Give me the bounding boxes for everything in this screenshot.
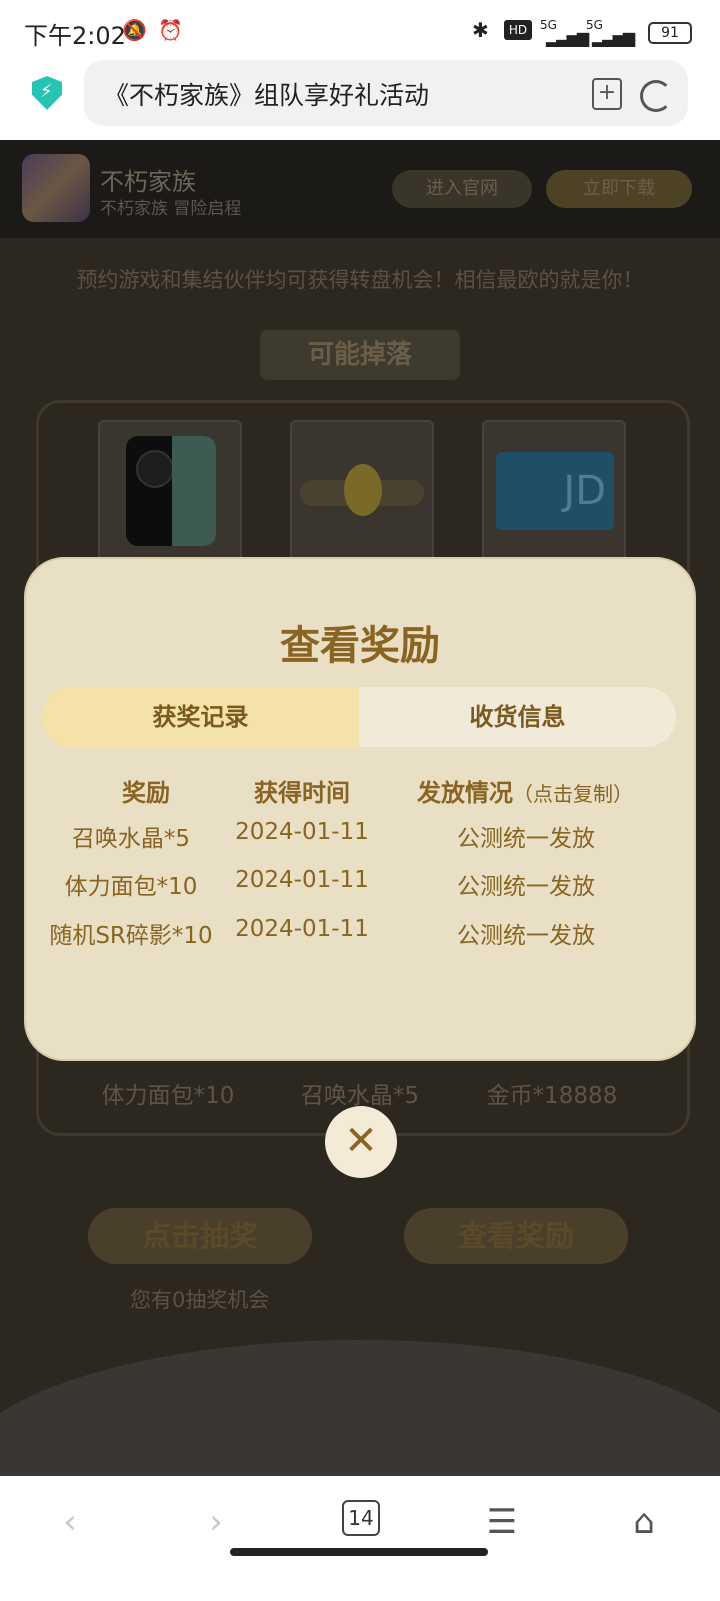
column-header-reward: 奖励	[122, 779, 170, 807]
promo-text: 预约游戏和集结伙伴均可获得转盘机会！相信最欧的就是你！	[76, 268, 644, 292]
tab-award-records[interactable]: 获奖记录	[42, 687, 359, 747]
app-name: 不朽家族	[100, 168, 196, 196]
background-decoration	[0, 1340, 720, 1476]
reward-cell: 体力面包*10	[64, 874, 198, 900]
jd-card-image: JD	[496, 452, 614, 530]
battery-icon: 91	[648, 22, 692, 44]
prize-card-jd: JD	[482, 420, 626, 564]
page-title[interactable]: 《不朽家族》组队享好礼活动	[104, 76, 429, 112]
reward-cell: 召唤水晶*5	[71, 826, 191, 852]
menu-icon[interactable]: ☰	[472, 1502, 532, 1542]
prize-label: 体力面包*10	[101, 1083, 235, 1109]
close-icon[interactable]: ✕	[325, 1106, 397, 1178]
reward-cell: 随机SR碎影*10	[49, 923, 213, 949]
prize-label: 召唤水晶*5	[300, 1083, 420, 1109]
draw-chances-text: 您有0抽奖机会	[130, 1288, 270, 1312]
download-button[interactable]: 立即下载	[546, 170, 692, 208]
status-header-label: 发放情况	[417, 779, 513, 807]
rewards-modal: 查看奖励 获奖记录 收货信息 奖励 获得时间 发放情况（点击复制） 召唤水晶*5…	[24, 557, 696, 1061]
back-icon[interactable]: ‹	[40, 1502, 100, 1542]
signal-icon-2: ▂▃▅▆	[592, 28, 635, 47]
status-cell[interactable]: 公测统一发放	[426, 819, 626, 853]
time-cell: 2024-01-11	[235, 916, 369, 942]
prize-label: 金币*18888	[486, 1083, 618, 1109]
hd-icon: HD	[504, 20, 532, 40]
browser-bottom-nav: ‹ › 14 ☰ ⌂	[0, 1476, 720, 1601]
time-cell: 2024-01-11	[235, 819, 369, 845]
status-cell[interactable]: 公测统一发放	[426, 867, 626, 901]
copy-hint: （点击复制）	[513, 782, 633, 806]
phone-image	[126, 436, 216, 546]
add-bookmark-icon[interactable]: +	[592, 78, 622, 110]
drops-banner: 可能掉落	[260, 330, 460, 380]
status-cell[interactable]: 公测统一发放	[426, 916, 626, 950]
app-subtitle: 不朽家族 冒险启程	[100, 199, 242, 219]
prize-card-bracelet	[290, 420, 434, 564]
home-icon[interactable]: ⌂	[614, 1502, 674, 1542]
gesture-home-bar[interactable]	[230, 1548, 488, 1556]
mute-icon: 🔕	[122, 18, 147, 42]
time-cell: 2024-01-11	[235, 867, 369, 893]
signal-icon-1: ▂▃▅▆	[546, 28, 589, 47]
bluetooth-icon: ✱	[472, 18, 489, 42]
official-site-button[interactable]: 进入官网	[392, 170, 532, 208]
draw-button[interactable]: 点击抽奖	[88, 1208, 312, 1264]
status-bar: 下午2:02 🔕 ⏰ ✱ HD 5G ▂▃▅▆ 5G ▂▃▅▆ 91	[0, 0, 720, 60]
modal-tabs: 获奖记录 收货信息	[42, 687, 676, 747]
tab-shipping-info[interactable]: 收货信息	[359, 687, 676, 747]
reload-icon[interactable]	[640, 80, 672, 112]
column-header-time: 获得时间	[254, 779, 350, 807]
modal-title: 查看奖励	[280, 623, 440, 669]
status-time: 下午2:02	[24, 22, 126, 50]
tabs-count-button[interactable]: 14	[342, 1500, 380, 1536]
bracelet-image	[300, 464, 424, 516]
forward-icon[interactable]: ›	[186, 1502, 246, 1542]
alarm-icon: ⏰	[158, 18, 183, 42]
view-rewards-button[interactable]: 查看奖励	[404, 1208, 628, 1264]
column-header-status: 发放情况（点击复制）	[390, 773, 660, 808]
app-icon	[22, 154, 90, 222]
close-button[interactable]: ✕	[325, 1106, 397, 1178]
prize-card-phone	[98, 420, 242, 564]
